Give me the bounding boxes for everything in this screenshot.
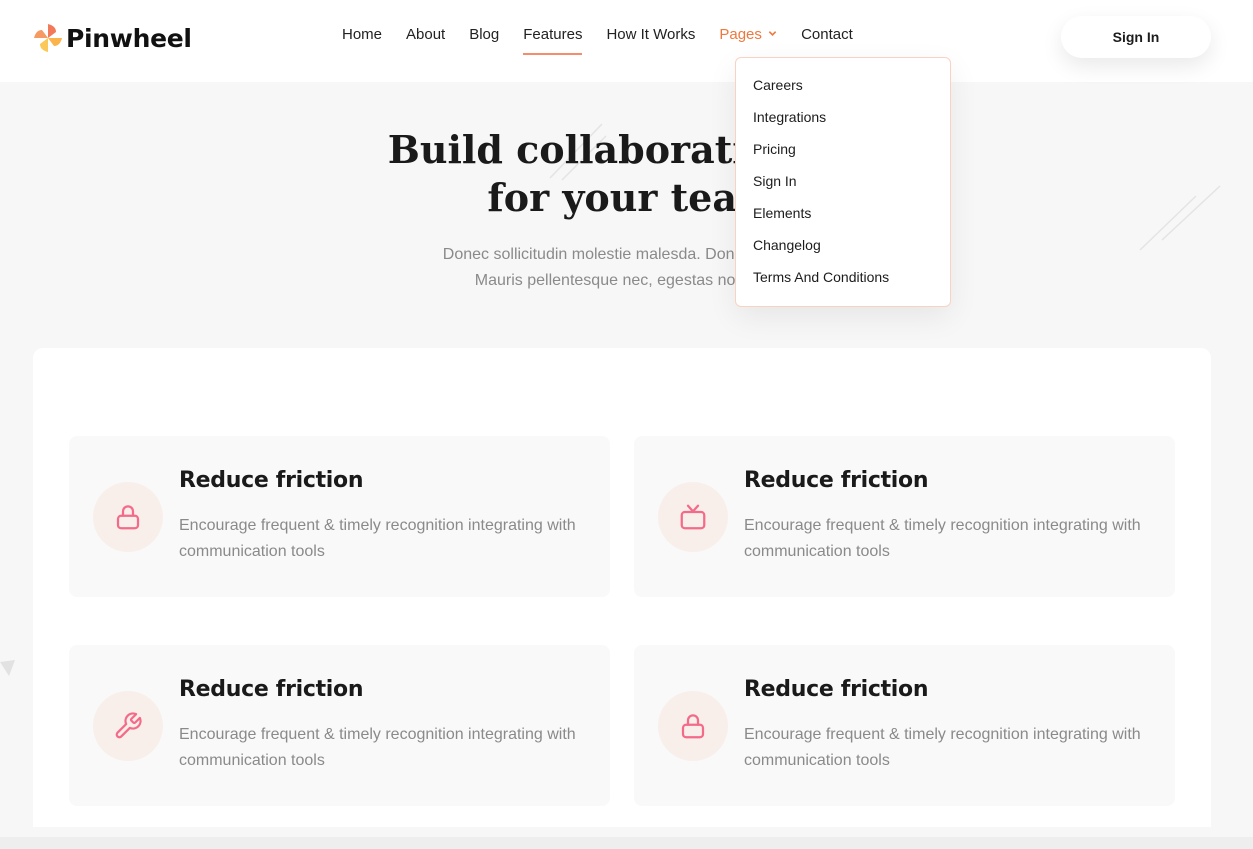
nav-contact[interactable]: Contact (801, 26, 853, 55)
feature-text: Encourage frequent & timely recognition … (744, 517, 1141, 560)
decorative-lines-icon (1139, 185, 1221, 251)
tv-icon (680, 504, 706, 530)
nav-pages-label: Pages (719, 26, 762, 43)
wrench-icon (115, 712, 142, 739)
nav-home[interactable]: Home (342, 26, 382, 55)
dropdown-item-pricing[interactable]: Pricing (736, 136, 950, 168)
pages-dropdown-menu: Careers Integrations Pricing Sign In Ele… (735, 57, 951, 307)
dropdown-item-changelog[interactable]: Changelog (736, 232, 950, 264)
sign-in-button[interactable]: Sign In (1061, 16, 1211, 58)
dropdown-item-careers[interactable]: Careers (736, 72, 950, 104)
feature-icon-circle (658, 482, 728, 552)
dropdown-item-integrations[interactable]: Integrations (736, 104, 950, 136)
brand-name: Pinwheel (66, 23, 192, 53)
page-bottom-strip (0, 837, 1253, 849)
feature-card: Reduce friction Encourage frequent & tim… (69, 645, 610, 806)
brand-logo[interactable]: Pinwheel (32, 22, 192, 54)
hero-title-line-2: for your tean (487, 175, 765, 220)
dropdown-item-sign-in[interactable]: Sign In (736, 168, 950, 200)
features-panel: Reduce friction Encourage frequent & tim… (33, 348, 1211, 827)
dropdown-item-terms-and-conditions[interactable]: Terms And Conditions (736, 264, 950, 296)
hero-subtitle-line-2: Mauris pellentesque nec, egestas non nis… (474, 272, 778, 289)
nav-blog[interactable]: Blog (469, 26, 499, 55)
nav-how-it-works[interactable]: How It Works (606, 26, 695, 55)
dropdown-item-elements[interactable]: Elements (736, 200, 950, 232)
feature-text: Encourage frequent & timely recognition … (179, 517, 576, 560)
feature-title: Reduce friction (744, 677, 929, 702)
feature-icon-circle (93, 482, 163, 552)
feature-title: Reduce friction (179, 468, 364, 493)
feature-icon-circle (93, 691, 163, 761)
feature-icon-circle (658, 691, 728, 761)
main-nav: Home About Blog Features How It Works Pa… (330, 26, 865, 55)
feature-title: Reduce friction (744, 468, 929, 493)
lock-icon (681, 714, 705, 739)
feature-card: Reduce friction Encourage frequent & tim… (634, 436, 1175, 597)
chevron-down-icon (768, 31, 777, 36)
lock-icon (116, 505, 140, 530)
pinwheel-icon (34, 24, 62, 52)
feature-text: Encourage frequent & timely recognition … (179, 726, 576, 769)
nav-about[interactable]: About (406, 26, 445, 55)
feature-text: Encourage frequent & timely recognition … (744, 726, 1141, 769)
nav-features[interactable]: Features (523, 26, 583, 55)
nav-pages[interactable]: Pages (719, 26, 777, 55)
decorative-triangle-icon (0, 660, 15, 676)
feature-card: Reduce friction Encourage frequent & tim… (69, 436, 610, 597)
feature-card: Reduce friction Encourage frequent & tim… (634, 645, 1175, 806)
site-header: Pinwheel Home About Blog Features How It… (0, 0, 1253, 82)
feature-title: Reduce friction (179, 677, 364, 702)
